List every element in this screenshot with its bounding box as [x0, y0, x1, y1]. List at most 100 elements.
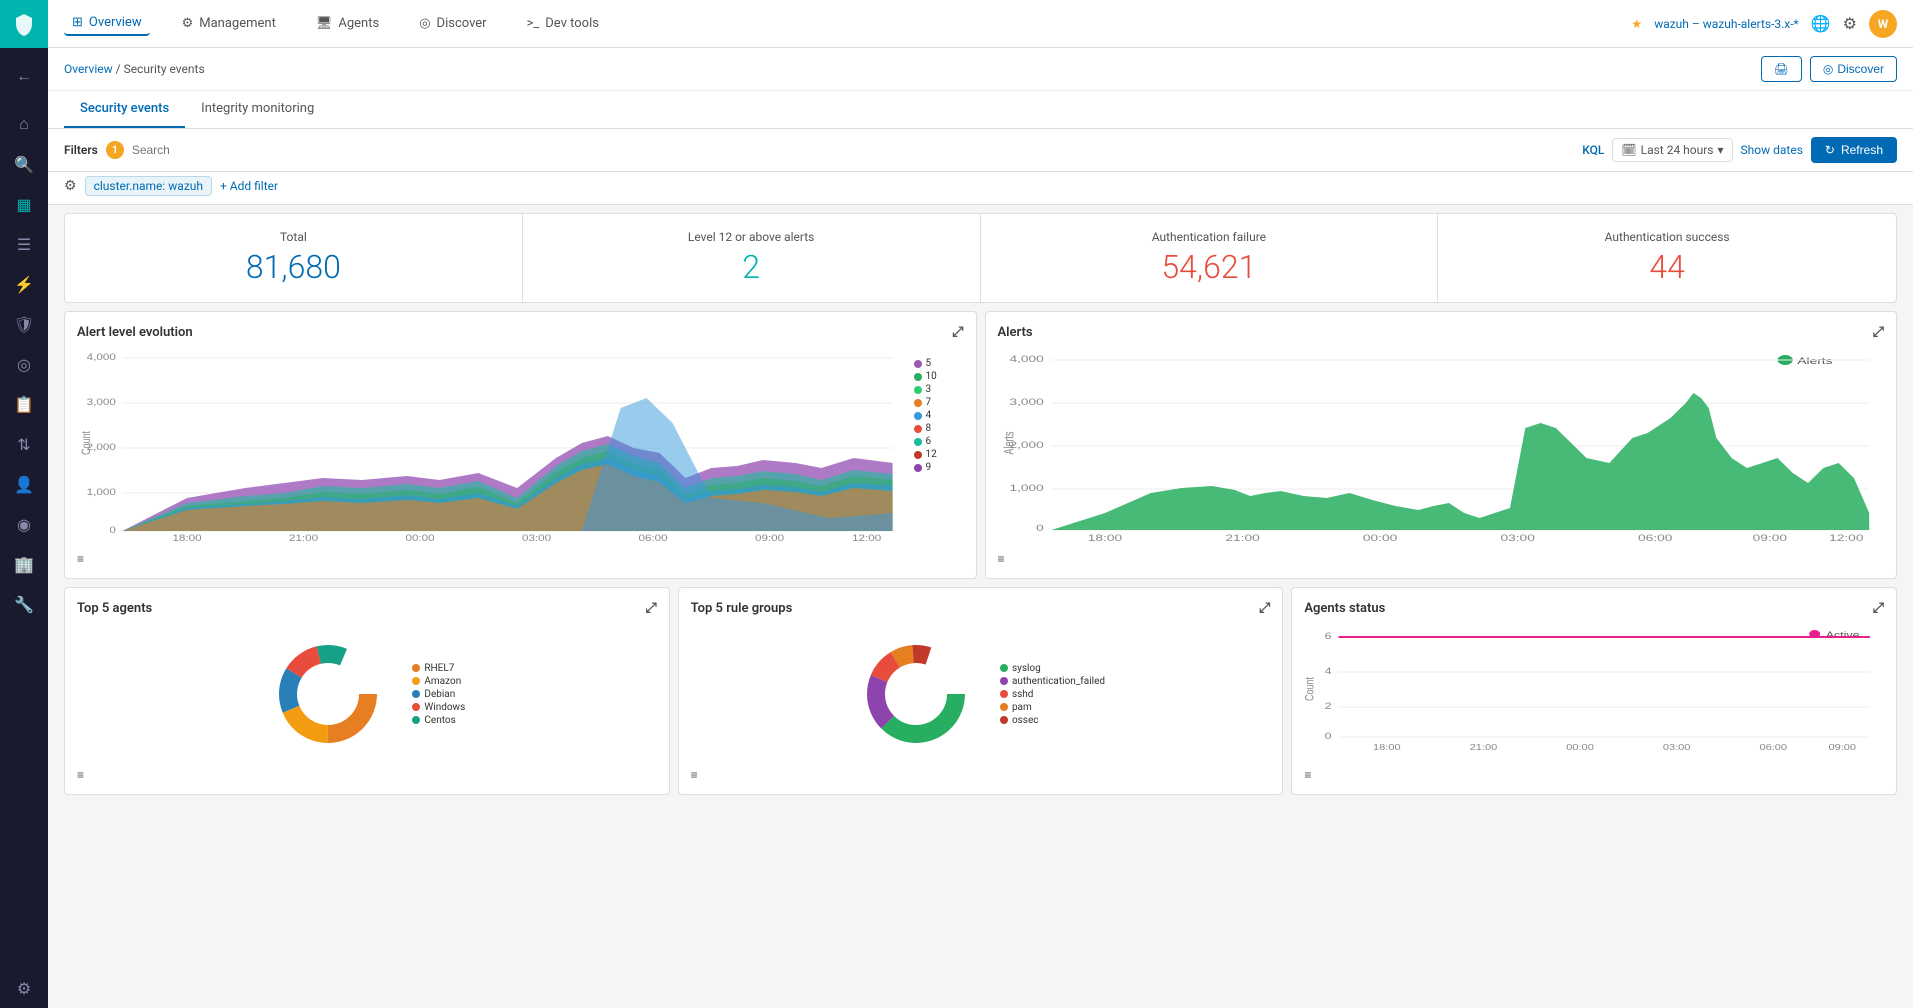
kql-button[interactable]: KQL — [1582, 143, 1604, 157]
chart-title-agents-status: Agents status ⤢ — [1304, 600, 1884, 616]
table-icon-1[interactable]: ≡ — [77, 552, 84, 566]
discover-icon: ◎ — [1823, 62, 1833, 76]
table-icon-3[interactable]: ≡ — [77, 768, 84, 782]
sidebar-security[interactable]: 🛡 — [0, 304, 48, 344]
chart-footer-2: ≡ — [998, 552, 1885, 566]
svg-text:0: 0 — [109, 526, 116, 536]
chart-footer-1: ≡ — [77, 552, 964, 566]
nav-overview[interactable]: ⊞ Overview — [64, 11, 150, 36]
sidebar-events[interactable]: ☰ — [0, 224, 48, 264]
app-logo[interactable] — [0, 0, 48, 48]
stats-row: Total 81,680 Level 12 or above alerts 2 … — [64, 213, 1897, 303]
globe-icon[interactable]: 🌐 — [1811, 14, 1831, 33]
sidebar-settings[interactable]: ⚙ — [0, 968, 48, 1008]
index-pattern-label[interactable]: wazuh – wazuh-alerts-3.x-* — [1654, 17, 1799, 31]
print-icon: 🖨 — [1774, 62, 1789, 76]
nav-discover[interactable]: ◎ Discover — [411, 12, 494, 35]
sidebar-rules[interactable]: 📋 — [0, 384, 48, 424]
donut-container-rules: syslog authentication_failed sshd pam os… — [691, 624, 1271, 764]
tab-security-events[interactable]: Security events — [64, 91, 185, 128]
filters-label: Filters — [64, 143, 98, 157]
filter-tag-cluster[interactable]: cluster.name: wazuh — [85, 176, 212, 196]
svg-text:Count: Count — [81, 431, 93, 455]
chart-footer-5: ≡ — [1304, 768, 1884, 782]
table-icon-2[interactable]: ≡ — [998, 552, 1005, 566]
nav-devtools[interactable]: >_ Dev tools — [519, 12, 607, 35]
chart-area-agents-status: Active 6 4 2 0 Count — [1304, 624, 1884, 764]
svg-text:00:00: 00:00 — [1362, 533, 1396, 543]
nav-agents[interactable]: 🖥 Agents — [308, 12, 387, 35]
chart-title-top5-rule-groups: Top 5 rule groups ⤢ — [691, 600, 1271, 616]
chart-title-alerts: Alerts ⤢ — [998, 324, 1885, 340]
svg-text:03:00: 03:00 — [522, 534, 551, 543]
svg-text:Count: Count — [1304, 677, 1317, 701]
nav-overview-label: Overview — [89, 15, 142, 30]
svg-text:00:00: 00:00 — [405, 534, 434, 543]
settings-icon[interactable]: ⚙ — [1843, 14, 1857, 33]
filter-settings-icon[interactable]: ⚙ — [64, 178, 77, 194]
print-button[interactable]: 🖨 — [1761, 56, 1802, 82]
breadcrumb-separator: / — [116, 62, 124, 76]
sidebar-building[interactable]: 🏢 — [0, 544, 48, 584]
svg-text:4: 4 — [1325, 667, 1332, 677]
refresh-button[interactable]: ↻ Refresh — [1811, 137, 1897, 163]
sidebar-user[interactable]: 👤 — [0, 464, 48, 504]
nav-agents-label: Agents — [338, 16, 379, 31]
breadcrumb: Overview / Security events — [64, 62, 205, 76]
sidebar-integrations[interactable]: ◎ — [0, 344, 48, 384]
svg-text:3,000: 3,000 — [1009, 397, 1043, 407]
tab-integrity-monitoring[interactable]: Integrity monitoring — [185, 91, 330, 128]
stat-auth-failure: Authentication failure 54,621 — [981, 214, 1439, 302]
star-icon: ★ — [1631, 17, 1642, 31]
sidebar-decoders[interactable]: ⇅ — [0, 424, 48, 464]
time-picker[interactable]: 🗓 Last 24 hours ▾ — [1612, 138, 1732, 162]
sidebar-alert[interactable]: ⚡ — [0, 264, 48, 304]
discover-button[interactable]: ◎ Discover — [1810, 56, 1897, 82]
svg-text:00:00: 00:00 — [1567, 743, 1595, 752]
svg-text:09:00: 09:00 — [755, 534, 784, 543]
sidebar-dashboard[interactable]: ▦ — [0, 184, 48, 224]
refresh-icon: ↻ — [1825, 143, 1835, 157]
nav-devtools-label: Dev tools — [545, 16, 599, 31]
stat-level12: Level 12 or above alerts 2 — [523, 214, 981, 302]
sidebar-search[interactable]: 🔍 — [0, 144, 48, 184]
chart-area-top5-rule-groups: syslog authentication_failed sshd pam os… — [691, 624, 1271, 764]
nav-management[interactable]: ⚙ Management — [174, 12, 284, 35]
svg-text:06:00: 06:00 — [638, 534, 667, 543]
add-filter-button[interactable]: + Add filter — [220, 179, 278, 193]
chart-agents-status: Agents status ⤢ Active 6 4 2 0 Count — [1291, 587, 1897, 795]
nav-management-label: Management — [199, 16, 276, 31]
show-dates-button[interactable]: Show dates — [1741, 143, 1803, 157]
header-actions: 🖨 ◎ Discover — [1761, 56, 1897, 82]
charts-row-1: Alert level evolution ⤢ 4,000 3,000 2,00… — [64, 311, 1897, 579]
svg-text:18:00: 18:00 — [1087, 533, 1121, 543]
table-icon-4[interactable]: ≡ — [691, 768, 698, 782]
nav-devtools-icon: >_ — [527, 16, 540, 31]
sidebar-tools[interactable]: 🔧 — [0, 584, 48, 624]
expand-top5-agents-icon[interactable]: ⤢ — [645, 600, 656, 616]
top5-rule-groups-legend: syslog authentication_failed sshd pam os… — [1000, 663, 1105, 726]
svg-text:1,000: 1,000 — [1009, 483, 1043, 493]
table-icon-5[interactable]: ≡ — [1304, 768, 1311, 782]
sidebar-back[interactable]: ← — [0, 56, 48, 96]
filter-tags: ⚙ cluster.name: wazuh + Add filter — [48, 172, 1913, 205]
svg-text:09:00: 09:00 — [1752, 533, 1786, 543]
expand-alerts-icon[interactable]: ⤢ — [1873, 324, 1884, 340]
breadcrumb-overview[interactable]: Overview — [64, 62, 113, 76]
svg-text:18:00: 18:00 — [172, 534, 201, 543]
expand-top5-rule-groups-icon[interactable]: ⤢ — [1259, 600, 1270, 616]
search-input[interactable] — [132, 143, 1574, 157]
sidebar-home[interactable]: ⌂ — [0, 104, 48, 144]
sidebar-circle[interactable]: ◉ — [0, 504, 48, 544]
expand-agents-status-icon[interactable]: ⤢ — [1873, 600, 1884, 616]
chart-top5-rule-groups: Top 5 rule groups ⤢ — [678, 587, 1284, 795]
svg-text:0: 0 — [1325, 732, 1332, 742]
filter-bar: Filters 1 KQL 🗓 Last 24 hours ▾ Show dat… — [48, 129, 1913, 172]
nav-discover-icon: ◎ — [419, 16, 430, 31]
svg-text:21:00: 21:00 — [1470, 743, 1498, 752]
svg-text:03:00: 03:00 — [1500, 533, 1534, 543]
chart-title-top5-agents: Top 5 agents ⤢ — [77, 600, 657, 616]
svg-text:Alerts: Alerts — [1797, 356, 1832, 366]
expand-alert-evolution-icon[interactable]: ⤢ — [952, 324, 963, 340]
user-avatar[interactable]: W — [1869, 10, 1897, 38]
